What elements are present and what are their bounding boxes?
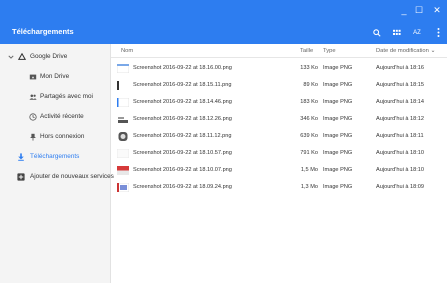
chevron-down-icon[interactable] [8, 53, 14, 61]
file-size: 1,5 Mo [300, 167, 318, 173]
file-size: 183 Ko [300, 99, 318, 105]
search-button[interactable] [371, 26, 383, 40]
file-name: Screenshot 2016-09-22 at 18.14.46.png [133, 99, 232, 105]
sidebar-item-activite[interactable]: Activité récente [0, 106, 111, 128]
file-thumbnail [117, 166, 129, 175]
file-date: Aujourd'hui à 18:10 [376, 167, 425, 173]
file-name: Screenshot 2016-09-22 at 18.12.26.png [133, 116, 232, 122]
maximize-button[interactable]: ☐ [412, 3, 426, 17]
table-row[interactable]: Screenshot 2016-09-22 at 18.10.07.png 1,… [111, 163, 447, 178]
file-name: Screenshot 2016-09-22 at 18.09.24.png [133, 184, 232, 190]
page-title: Téléchargements [12, 27, 74, 36]
table-row[interactable]: Screenshot 2016-09-22 at 18.14.46.png 18… [111, 95, 447, 110]
file-name: Screenshot 2016-09-22 at 18.11.12.png [133, 133, 232, 139]
file-thumbnail [117, 183, 129, 192]
column-header-date[interactable]: Date de modification ⌄ [376, 48, 435, 54]
file-thumbnail [117, 98, 129, 107]
sidebar-item-telechargements[interactable]: Téléchargements [0, 146, 111, 168]
table-row[interactable]: Screenshot 2016-09-22 at 18.12.26.png 34… [111, 112, 447, 127]
sidebar-item-label: Hors connexion [40, 133, 85, 140]
sidebar-item-label: Mon Drive [40, 73, 70, 80]
pin-icon [30, 133, 36, 141]
file-date: Aujourd'hui à 18:10 [376, 150, 425, 156]
sort-button[interactable]: AZ [410, 26, 424, 40]
file-size: 133 Ko [300, 65, 318, 71]
more-vert-icon [437, 28, 439, 37]
file-date: Aujourd'hui à 18:15 [376, 82, 425, 88]
sidebar-item-partages[interactable]: Partagés avec moi [0, 86, 111, 108]
column-header-type[interactable]: Type [323, 48, 336, 54]
file-type: Image PNG [323, 99, 353, 105]
file-name: Screenshot 2016-09-22 at 18.10.07.png [133, 167, 232, 173]
column-header-date-label: Date de modification [376, 48, 429, 54]
sidebar-item-label: Google Drive [30, 53, 68, 60]
clock-icon [29, 113, 37, 121]
file-size: 89 Ko [303, 82, 318, 88]
sidebar-item-mon-drive[interactable]: Mon Drive [0, 66, 111, 88]
file-type: Image PNG [323, 150, 353, 156]
file-thumbnail [117, 115, 129, 124]
file-name: Screenshot 2016-09-22 at 18.16.00.png [133, 65, 232, 71]
file-name: Screenshot 2016-09-22 at 18.10.57.png [133, 150, 232, 156]
file-thumbnail [117, 149, 129, 158]
sidebar-item-ajouter-services[interactable]: Ajouter de nouveaux services [0, 166, 114, 188]
minimize-button[interactable]: _ [397, 3, 411, 17]
table-row[interactable]: Screenshot 2016-09-22 at 18.15.11.png 89… [111, 78, 447, 93]
sidebar-item-hors-connexion[interactable]: Hors connexion [0, 126, 111, 148]
sidebar-item-label: Activité récente [40, 113, 84, 120]
file-date: Aujourd'hui à 18:09 [376, 184, 425, 190]
my-drive-icon [29, 74, 37, 80]
grid-view-button[interactable] [391, 26, 403, 40]
file-thumbnail [117, 64, 129, 73]
file-type: Image PNG [323, 167, 353, 173]
app-header: Téléchargements AZ [0, 22, 447, 44]
table-row[interactable]: Screenshot 2016-09-22 at 18.10.57.png 79… [111, 146, 447, 161]
sidebar-item-label: Ajouter de nouveaux services [30, 173, 114, 180]
file-list: Nom Taille Type Date de modification ⌄ S… [111, 44, 447, 283]
file-size: 791 Ko [300, 150, 318, 156]
sidebar-item-google-drive[interactable]: Google Drive [0, 46, 111, 68]
column-header-name[interactable]: Nom [121, 48, 133, 54]
shared-people-icon [29, 94, 37, 100]
add-box-icon [17, 173, 25, 181]
window-titlebar: _ ☐ ✕ [0, 0, 447, 22]
file-thumbnail [118, 132, 128, 141]
search-icon [373, 29, 381, 37]
file-date: Aujourd'hui à 18:12 [376, 116, 425, 122]
file-date: Aujourd'hui à 18:14 [376, 99, 425, 105]
table-header: Nom Taille Type Date de modification ⌄ [111, 44, 447, 58]
file-size: 1,3 Mo [300, 184, 318, 190]
grid-view-icon [393, 29, 401, 35]
file-type: Image PNG [323, 82, 353, 88]
file-size: 639 Ko [300, 133, 318, 139]
sidebar-item-label: Partagés avec moi [40, 93, 93, 100]
file-type: Image PNG [323, 116, 353, 122]
column-header-size[interactable]: Taille [300, 48, 313, 54]
file-type: Image PNG [323, 133, 353, 139]
file-date: Aujourd'hui à 18:11 [376, 133, 424, 139]
table-row[interactable]: Screenshot 2016-09-22 at 18.09.24.png 1,… [111, 180, 447, 195]
close-button[interactable]: ✕ [430, 3, 444, 17]
file-date: Aujourd'hui à 18:16 [376, 65, 425, 71]
sidebar-item-label: Téléchargements [30, 153, 80, 160]
more-options-button[interactable] [434, 26, 442, 40]
file-size: 346 Ko [300, 116, 318, 122]
download-icon [18, 153, 24, 161]
sort-indicator-icon: ⌄ [430, 48, 436, 54]
google-drive-icon [18, 53, 26, 60]
file-name: Screenshot 2016-09-22 at 18.15.11.png [133, 82, 232, 88]
table-row[interactable]: Screenshot 2016-09-22 at 18.11.12.png 63… [111, 129, 447, 144]
sidebar: Google Drive Mon Drive Partagés avec moi… [0, 44, 114, 283]
file-type: Image PNG [323, 184, 353, 190]
table-row[interactable]: Screenshot 2016-09-22 at 18.16.00.png 13… [111, 61, 447, 76]
file-type: Image PNG [323, 65, 353, 71]
file-thumbnail [117, 81, 129, 90]
